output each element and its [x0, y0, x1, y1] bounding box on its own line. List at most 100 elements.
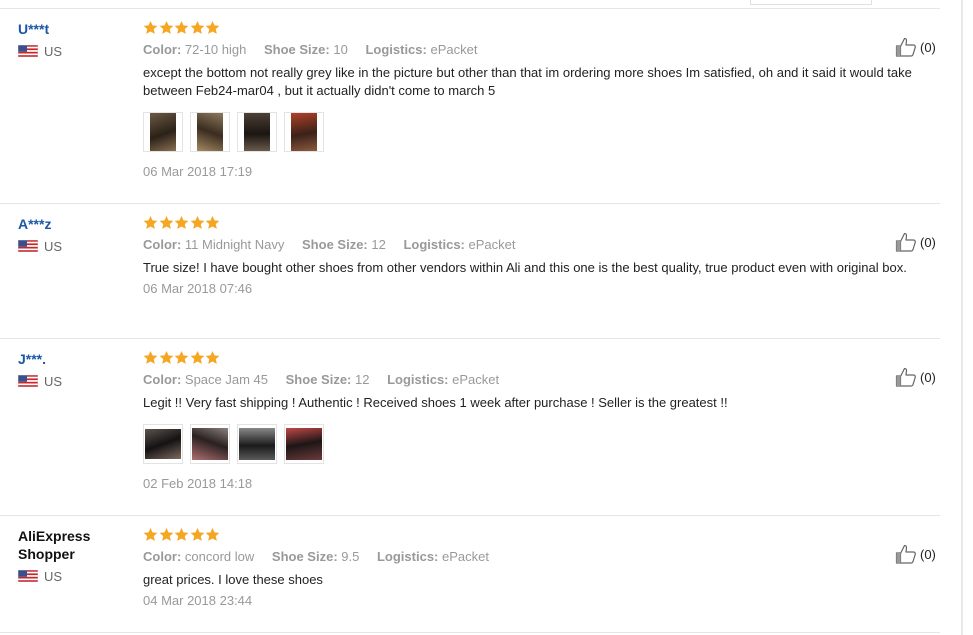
- reviewer-info: J***. US: [18, 350, 128, 389]
- helpful-count: (0): [920, 234, 936, 250]
- color-label: Color:: [143, 372, 182, 387]
- review-divider: [0, 515, 940, 516]
- review-photo[interactable]: [143, 112, 183, 152]
- logistics-value: ePacket: [468, 237, 516, 252]
- logistics-label: Logistics:: [376, 549, 439, 564]
- review-photo[interactable]: [284, 112, 324, 152]
- review-divider: [0, 338, 940, 339]
- star-icon: [205, 20, 220, 34]
- order-info: Color: concord low Shoe Size: 9.5 Logist…: [143, 549, 933, 565]
- star-icon: [205, 527, 220, 541]
- star-icon: [190, 350, 204, 364]
- star-icon: [205, 215, 220, 229]
- color-value: 72-10 high: [184, 42, 247, 57]
- shoe-size-value: 12: [371, 237, 386, 252]
- review-photo[interactable]: [190, 424, 230, 464]
- shoe-size-label: Shoe Size:: [263, 42, 330, 57]
- helpful-count: (0): [920, 39, 936, 55]
- star-icon: [174, 20, 189, 34]
- helpful-count: (0): [920, 546, 936, 562]
- review-content: Color: 72-10 high Shoe Size: 10 Logistic…: [143, 20, 933, 180]
- color-value: Space Jam 45: [184, 372, 269, 387]
- order-info: Color: 72-10 high Shoe Size: 10 Logistic…: [143, 42, 933, 58]
- review-date: 06 Mar 2018 17:19: [143, 164, 253, 179]
- order-info: Color: Space Jam 45 Shoe Size: 12 Logist…: [143, 372, 933, 388]
- star-rating: [143, 350, 933, 367]
- star-icon: [190, 20, 204, 34]
- helpful-button[interactable]: (0): [895, 37, 936, 57]
- color-label: Color:: [143, 549, 182, 564]
- review-photo[interactable]: [143, 424, 183, 464]
- order-info: Color: 11 Midnight Navy Shoe Size: 12 Lo…: [143, 237, 933, 253]
- review-divider: [0, 632, 940, 633]
- logistics-value: ePacket: [430, 42, 478, 57]
- star-icon: [159, 215, 173, 229]
- logistics-label: Logistics:: [387, 372, 449, 387]
- thumbs-up-icon: [895, 232, 916, 252]
- right-border: [961, 0, 963, 635]
- shoe-size-label: Shoe Size:: [271, 549, 338, 564]
- thumbs-up-icon: [895, 544, 916, 564]
- review-text: great prices. I love these shoes: [143, 572, 323, 587]
- color-value: 11 Midnight Navy: [184, 237, 285, 252]
- logistics-label: Logistics:: [365, 42, 427, 57]
- color-label: Color:: [143, 237, 182, 252]
- reviewer-info: AliExpress Shopper US: [18, 527, 128, 584]
- color-label: Color:: [143, 42, 182, 57]
- review-content: Color: Space Jam 45 Shoe Size: 12 Logist…: [143, 350, 933, 492]
- shoe-size-label: Shoe Size:: [302, 237, 368, 252]
- star-icon: [190, 527, 204, 541]
- shoe-size-value: 9.5: [341, 549, 360, 564]
- star-icon: [205, 350, 220, 364]
- helpful-button[interactable]: (0): [895, 544, 936, 564]
- star-icon: [143, 20, 158, 34]
- top-tab-fragment: [750, 0, 872, 5]
- star-rating: [143, 527, 933, 544]
- review-date: 06 Mar 2018 07:46: [143, 281, 253, 296]
- review-date: 04 Mar 2018 23:44: [143, 593, 253, 608]
- thumbs-up-icon: [895, 367, 916, 387]
- review-content: Color: concord low Shoe Size: 9.5 Logist…: [143, 527, 933, 609]
- review-divider: [0, 203, 940, 204]
- helpful-button[interactable]: (0): [895, 232, 936, 252]
- reviewer-country: US: [18, 568, 128, 584]
- star-icon: [174, 215, 189, 229]
- star-icon: [159, 527, 173, 541]
- helpful-button[interactable]: (0): [895, 367, 936, 387]
- review-item: AliExpress Shopper US Color: concord low…: [0, 527, 940, 633]
- reviewer-name[interactable]: J***.: [18, 350, 128, 368]
- reviewer-country: US: [18, 44, 128, 59]
- review-photo[interactable]: [190, 112, 230, 152]
- country-code: US: [44, 238, 63, 254]
- review-photo[interactable]: [237, 112, 277, 152]
- thumbs-up-icon: [895, 37, 916, 57]
- reviewer-name[interactable]: A***z: [18, 215, 128, 233]
- top-divider: [0, 8, 940, 9]
- logistics-value: ePacket: [442, 549, 489, 564]
- star-icon: [174, 527, 189, 541]
- star-icon: [143, 527, 158, 541]
- reviewer-name[interactable]: U***t: [18, 20, 128, 38]
- us-flag-icon: [18, 570, 38, 582]
- star-icon: [143, 350, 158, 364]
- color-value: concord low: [184, 549, 255, 564]
- reviewer-country: US: [18, 374, 128, 389]
- review-photos: [143, 112, 933, 152]
- review-photo[interactable]: [284, 424, 324, 464]
- review-content: Color: 11 Midnight Navy Shoe Size: 12 Lo…: [143, 215, 933, 297]
- logistics-label: Logistics:: [403, 237, 465, 252]
- review-text: except the bottom not really grey like i…: [143, 65, 912, 98]
- review-photos: [143, 424, 933, 464]
- star-icon: [174, 350, 189, 364]
- star-icon: [143, 215, 158, 229]
- country-code: US: [44, 568, 63, 584]
- star-icon: [159, 20, 173, 34]
- review-date: 02 Feb 2018 14:18: [143, 476, 253, 491]
- review-photo[interactable]: [237, 424, 277, 464]
- shoe-size-label: Shoe Size:: [285, 372, 352, 387]
- star-rating: [143, 20, 933, 37]
- reviewer-name: AliExpress Shopper: [18, 528, 91, 562]
- reviewer-info: A***z US: [18, 215, 128, 254]
- us-flag-icon: [18, 45, 38, 57]
- us-flag-icon: [18, 375, 38, 387]
